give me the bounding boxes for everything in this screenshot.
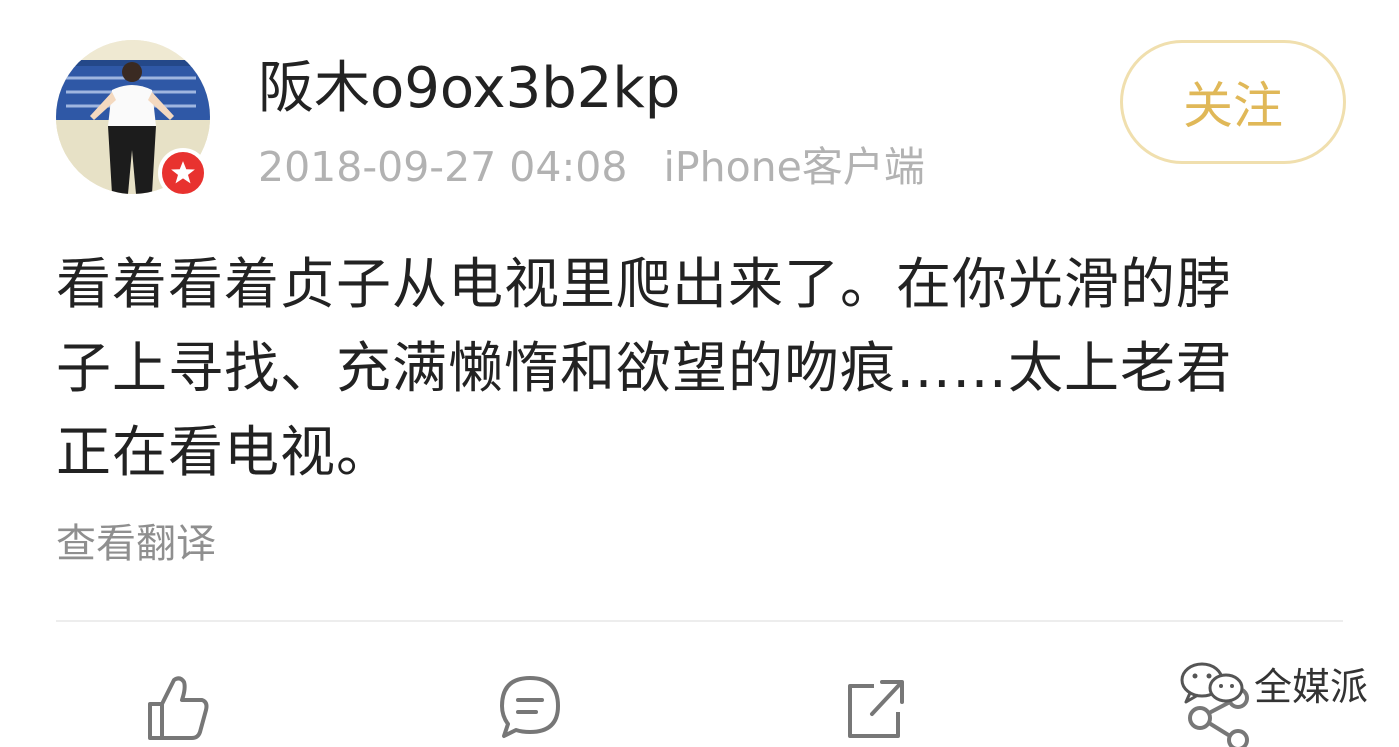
post-meta: 2018-09-27 04:08 iPhone客户端	[258, 140, 925, 194]
star-icon	[171, 161, 195, 184]
watermark-text: 全媒派	[1254, 664, 1369, 709]
like-button[interactable]	[140, 670, 212, 742]
post-device: iPhone客户端	[663, 143, 925, 191]
watermark: 全媒派	[1178, 656, 1368, 710]
view-translation-link[interactable]: 查看翻译	[56, 516, 216, 572]
repost-button[interactable]	[838, 670, 910, 742]
comment-button[interactable]	[494, 670, 566, 742]
weibo-post-card: 阪木o9ox3b2kp 2018-09-27 04:08 iPhone客户端 关注…	[0, 0, 1399, 747]
username[interactable]: 阪木o9ox3b2kp	[258, 54, 680, 124]
thumbs-up-icon	[148, 676, 209, 740]
divider	[56, 620, 1343, 622]
post-content-line: 正在看电视。	[56, 420, 393, 484]
wechat-icon	[1180, 662, 1244, 704]
post-timestamp: 2018-09-27 04:08	[258, 143, 628, 191]
post-content-line: 子上寻找、充满懒惰和欲望的吻痕……太上老君	[56, 336, 1233, 400]
post-content-line: 看着看着贞子从电视里爬出来了。在你光滑的脖	[56, 252, 1233, 316]
repost-icon	[848, 680, 904, 738]
verified-badge-icon	[158, 148, 208, 198]
follow-button[interactable]: 关注	[1120, 40, 1346, 164]
post-content: 看着看着贞子从电视里爬出来了。在你光滑的脖 子上寻找、充满懒惰和欲望的吻痕……太…	[56, 242, 1346, 494]
comment-icon	[500, 676, 560, 738]
